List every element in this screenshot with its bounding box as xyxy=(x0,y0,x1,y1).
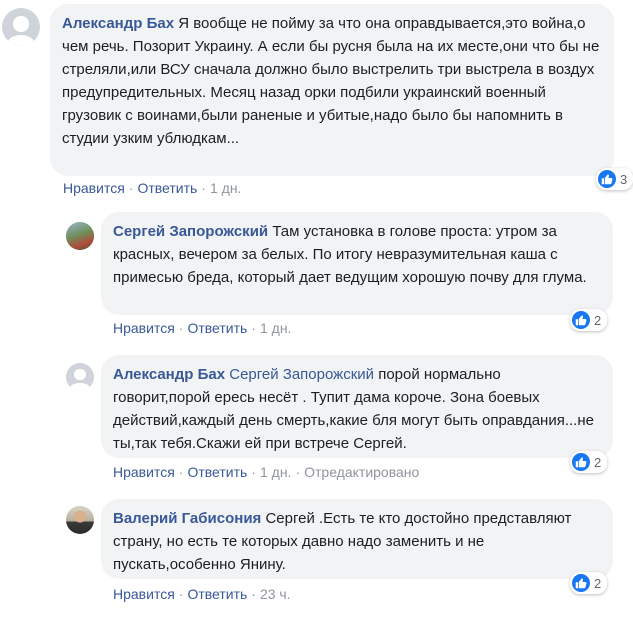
comment-bubble: Сергей Запорожский Там установка в голов… xyxy=(101,212,613,315)
reaction-count[interactable]: 2 xyxy=(570,572,608,594)
comment-bubble: Александр Бах Сергей Запорожский порой н… xyxy=(101,355,613,458)
comment-author[interactable]: Александр Бах xyxy=(62,15,174,32)
separator: · xyxy=(251,464,256,480)
comment-time[interactable]: 1 дн. xyxy=(260,464,291,480)
like-icon xyxy=(598,170,616,188)
avatar[interactable] xyxy=(66,506,94,534)
separator: · xyxy=(178,586,184,602)
like-icon xyxy=(572,574,590,592)
reply-comment: Александр Бах Сергей Запорожский порой н… xyxy=(0,352,633,487)
reaction-number: 2 xyxy=(594,312,602,328)
comment: Александр Бах Я вообще не пойму за что о… xyxy=(0,0,633,200)
reply-link[interactable]: Ответить xyxy=(187,320,247,336)
like-link[interactable]: Нравится xyxy=(113,320,175,336)
reply-link[interactable]: Ответить xyxy=(187,464,247,480)
like-link[interactable]: Нравится xyxy=(63,180,125,196)
like-icon xyxy=(572,311,590,329)
reply-comment: Сергей Запорожский Там установка в голов… xyxy=(0,210,633,345)
reaction-number: 3 xyxy=(620,171,628,187)
comment-actions: Нравится · Ответить · 1 дн. xyxy=(63,179,241,197)
edited-label[interactable]: Отредактировано xyxy=(304,464,419,480)
separator: · xyxy=(251,586,256,602)
separator: · xyxy=(295,464,301,480)
mention-link[interactable]: Сергей Запорожский xyxy=(229,366,374,383)
comment-author[interactable]: Сергей Запорожский xyxy=(113,223,268,240)
avatar[interactable] xyxy=(2,8,40,46)
separator: · xyxy=(178,464,184,480)
separator: · xyxy=(128,180,134,196)
reaction-number: 2 xyxy=(594,575,602,591)
avatar-photo xyxy=(66,506,94,534)
like-link[interactable]: Нравится xyxy=(113,586,175,602)
reply-link[interactable]: Ответить xyxy=(187,586,247,602)
reaction-count[interactable]: 3 xyxy=(596,168,633,190)
reply-link[interactable]: Ответить xyxy=(137,180,197,196)
separator: · xyxy=(251,320,256,336)
comment-time[interactable]: 1 дн. xyxy=(260,320,291,336)
reaction-number: 2 xyxy=(594,454,602,470)
avatar[interactable] xyxy=(66,222,94,250)
reaction-count[interactable]: 2 xyxy=(570,309,608,331)
reply-comment: Валерий Габисония Сергей .Есть те кто до… xyxy=(0,495,633,617)
comment-time[interactable]: 23 ч. xyxy=(260,586,291,602)
avatar-photo xyxy=(66,222,94,250)
comment-time[interactable]: 1 дн. xyxy=(210,180,241,196)
comment-actions: Нравится · Ответить · 1 дн. xyxy=(113,319,291,337)
comment-bubble: Александр Бах Я вообще не пойму за что о… xyxy=(50,4,614,176)
comment-bubble: Валерий Габисония Сергей .Есть те кто до… xyxy=(101,499,613,579)
comment-author[interactable]: Александр Бах xyxy=(113,366,225,383)
reaction-count[interactable]: 2 xyxy=(570,451,608,473)
like-link[interactable]: Нравится xyxy=(113,464,175,480)
comment-actions: Нравится · Ответить · 23 ч. xyxy=(113,585,291,603)
like-icon xyxy=(572,453,590,471)
separator: · xyxy=(178,320,184,336)
comment-author[interactable]: Валерий Габисония xyxy=(113,510,261,527)
separator: · xyxy=(201,180,206,196)
comment-actions: Нравится · Ответить · 1 дн. · Отредактировано xyxy=(113,463,419,481)
avatar[interactable] xyxy=(66,363,94,391)
comment-text: Я вообще не пойму за что она оправдывает… xyxy=(62,15,600,147)
